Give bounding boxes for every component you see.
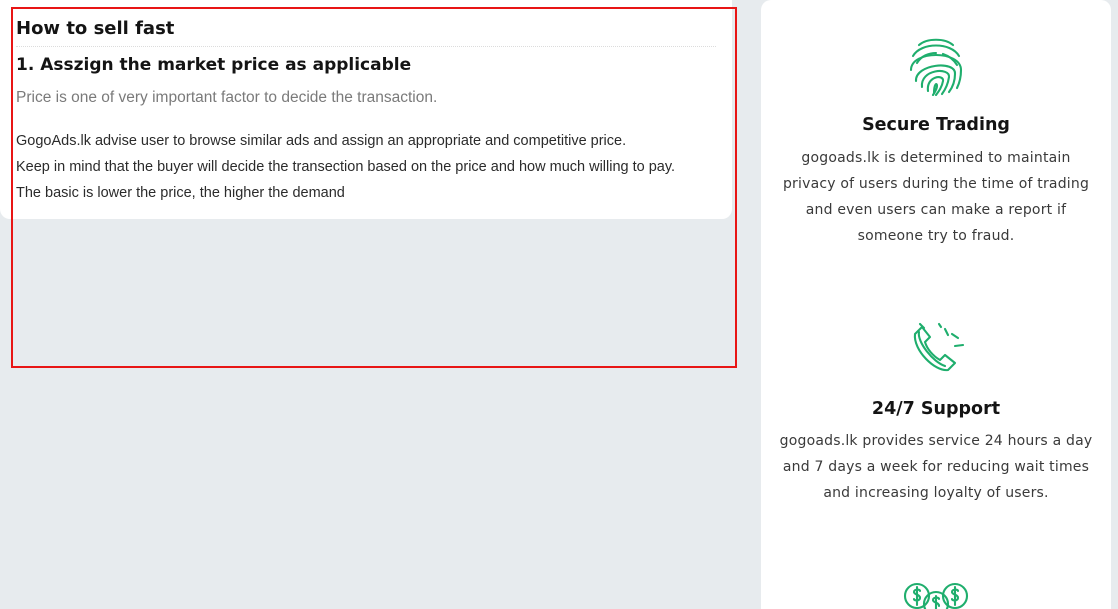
highlight-box xyxy=(11,7,737,368)
page: How to sell fast 1. Asszign the market p… xyxy=(0,0,1118,609)
feature-description-line: and even users can make a report if xyxy=(805,202,1067,218)
feature-description: gogoads.lk is determined to maintain pri… xyxy=(761,145,1111,249)
feature-support: 24/7 Support gogoads.lk provides service… xyxy=(761,322,1111,506)
feature-title: Secure Trading xyxy=(862,115,1010,135)
feature-secure-trading: Secure Trading gogoads.lk is determined … xyxy=(761,36,1111,249)
feature-title: 24/7 Support xyxy=(871,399,1001,419)
feature-pricing xyxy=(761,582,1111,609)
phone-ringing-icon xyxy=(913,322,965,372)
feature-description: gogoads.lk provides service 24 hours a d… xyxy=(761,428,1111,506)
fingerprint-icon xyxy=(909,38,963,96)
feature-description-line: and 7 days a week for reducing wait time… xyxy=(782,459,1090,475)
feature-description-line: gogoads.lk provides service 24 hours a d… xyxy=(779,433,1093,449)
feature-description-line: gogoads.lk is determined to maintain xyxy=(801,150,1071,166)
money-coins-icon xyxy=(903,582,969,609)
features-panel: Secure Trading gogoads.lk is determined … xyxy=(761,0,1111,609)
feature-description-line: someone try to fraud. xyxy=(857,228,1015,244)
feature-description-line: and increasing loyalty of users. xyxy=(823,485,1049,501)
feature-description-line: privacy of users during the time of trad… xyxy=(782,176,1090,192)
